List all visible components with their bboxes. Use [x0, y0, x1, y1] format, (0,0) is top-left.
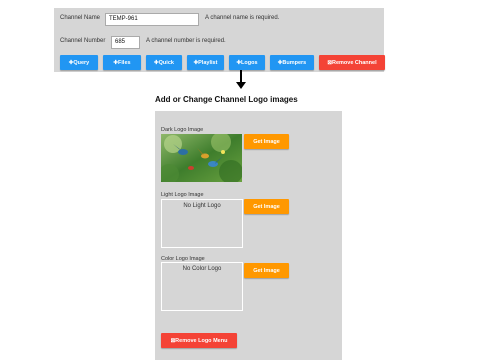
- query-button[interactable]: ✚Query: [60, 55, 98, 70]
- remove-channel-button[interactable]: ⊠Remove Channel: [319, 55, 385, 70]
- logo-section-title: Add or Change Channel Logo images: [155, 95, 298, 104]
- bumpers-button[interactable]: ✚Bumpers: [270, 55, 314, 70]
- logos-button[interactable]: ✚Logos: [229, 55, 265, 70]
- dark-get-image-button[interactable]: Get Image: [244, 134, 289, 149]
- files-button[interactable]: ✚Files: [103, 55, 141, 70]
- channel-number-note: A channel number is required.: [146, 38, 226, 44]
- channel-number-label: Channel Number: [60, 38, 106, 44]
- color-logo-placeholder: No Color Logo: [182, 266, 222, 272]
- dark-logo-label: Dark Logo Image: [161, 127, 204, 133]
- light-logo-placeholder: No Light Logo: [183, 203, 221, 209]
- quick-button[interactable]: ✚Quick: [146, 55, 182, 70]
- light-logo-box: No Light Logo: [161, 199, 243, 248]
- color-get-image-button[interactable]: Get Image: [244, 263, 289, 278]
- light-get-image-button[interactable]: Get Image: [244, 199, 289, 214]
- channel-name-input[interactable]: TEMP-961: [105, 13, 199, 26]
- channel-name-label: Channel Name: [60, 15, 101, 21]
- remove-logo-menu-button[interactable]: ⊠Remove Logo Menu: [161, 333, 237, 348]
- hummingbird-image: [161, 134, 242, 182]
- color-logo-box: No Color Logo: [161, 262, 243, 311]
- arrow-down-icon: [234, 70, 248, 90]
- channel-number-input[interactable]: 685: [111, 36, 140, 49]
- channel-name-note: A channel name is required.: [205, 15, 280, 21]
- dark-logo-image: [161, 134, 242, 182]
- playlist-button[interactable]: ✚Playlist: [187, 55, 224, 70]
- light-logo-label: Light Logo Image: [161, 192, 204, 198]
